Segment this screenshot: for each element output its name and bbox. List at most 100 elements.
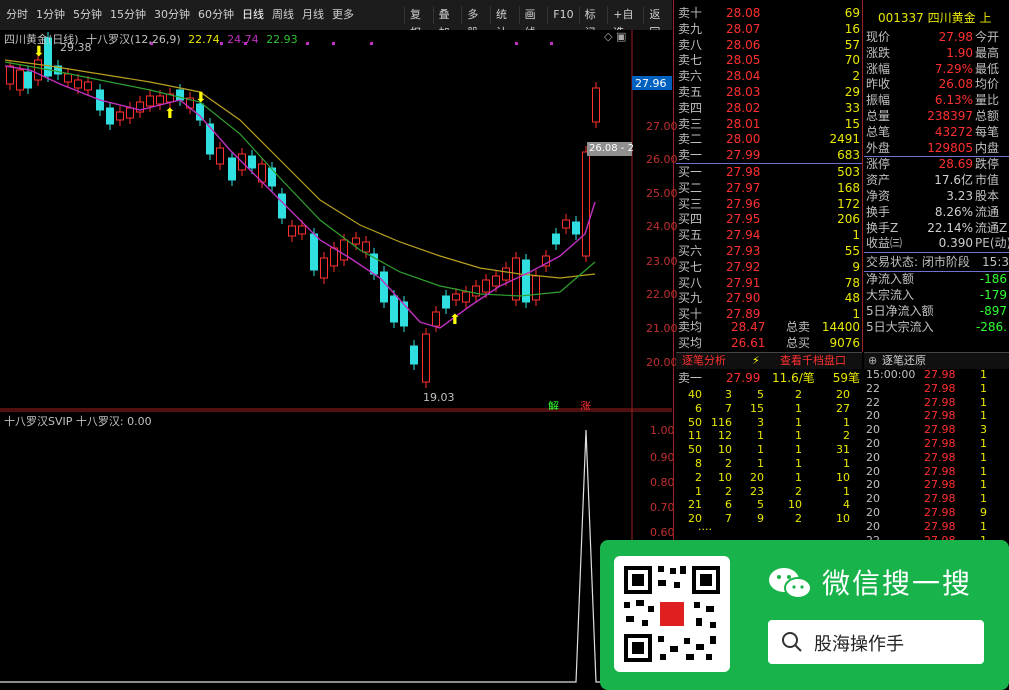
period-tab[interactable]: 1分钟 <box>32 6 69 24</box>
stock-name: 四川黄金 <box>927 11 976 25</box>
deal-grid-cell: 1 <box>843 484 850 498</box>
order-book-row[interactable]: 买四 27.95 206 <box>676 212 862 228</box>
order-level-label: 买二 <box>678 180 703 195</box>
period-tab[interactable]: 分时 <box>2 6 32 24</box>
order-book-row[interactable]: 卖十 28.08 69 <box>676 6 862 22</box>
tool-button[interactable]: 画线 <box>518 6 548 39</box>
quote-row: 总量 238397 总额 <box>864 109 1009 125</box>
order-book-row[interactable]: 卖二 28.00 2491 <box>676 132 862 148</box>
tick-time: 20 <box>866 492 880 506</box>
tick-time: 20 <box>866 478 880 492</box>
order-book-row[interactable]: 买六 27.93 55 <box>676 244 862 260</box>
candle-body <box>582 151 590 257</box>
quote-value: 3.23 <box>946 188 973 203</box>
wechat-search-box[interactable]: 股海操作手 <box>768 620 984 664</box>
quote-label: 股本 <box>975 188 1000 203</box>
order-book-row[interactable]: 买一 27.98 503 <box>676 165 862 181</box>
candle-body <box>462 291 470 303</box>
order-book-row[interactable]: 买三 27.96 172 <box>676 197 862 213</box>
deal-grid-cell: 5 <box>757 498 764 512</box>
candle-body <box>74 79 82 89</box>
tick-price: 27.98 <box>924 519 956 533</box>
period-tab[interactable]: 周线 <box>268 6 298 24</box>
period-tab-active[interactable]: 日线 <box>238 6 268 24</box>
tick-volume: 1 <box>980 436 987 450</box>
tool-button[interactable]: 标记 <box>578 6 608 39</box>
period-more[interactable]: 更多 <box>328 6 358 24</box>
order-book-row[interactable]: 卖一 27.99 683 <box>676 148 862 164</box>
tick-analysis-header: 逐笔分析 ⚡ 查看千档盘口 <box>676 352 862 369</box>
deal-grid-cell: 1 <box>757 429 764 443</box>
deal-grid-cell: 1 <box>795 429 802 443</box>
tick-volume: 1 <box>980 381 987 395</box>
period-tab[interactable]: 月线 <box>298 6 328 24</box>
order-price: 28.00 <box>726 132 761 147</box>
candle-body <box>330 247 338 267</box>
order-book-row[interactable]: 卖六 28.04 2 <box>676 69 862 85</box>
tool-buttons: 复权 叠加 多股 统计 画线 F10 标记 +自选 返回 <box>404 6 672 39</box>
tick-row: 20 27.98 1 <box>864 409 1009 423</box>
tick-volume: 1 <box>980 409 987 423</box>
stock-exchange-badge: 上 <box>979 11 992 25</box>
order-volume: 9 <box>852 259 860 274</box>
period-tab[interactable]: 60分钟 <box>194 6 238 24</box>
deal-grid-cell: 3 <box>725 388 732 401</box>
tick-price: 27.98 <box>924 436 956 450</box>
indicator-subchart[interactable] <box>0 410 672 690</box>
tool-button[interactable]: 返回 <box>643 6 672 39</box>
deal-grid-cell: 6 <box>725 498 732 512</box>
order-book-row[interactable]: 买五 27.94 1 <box>676 228 862 244</box>
flow-value: -897 <box>979 303 1007 318</box>
period-tab[interactable]: 5分钟 <box>69 6 106 24</box>
tab-tick-detail[interactable]: 逐笔还原 <box>882 353 926 369</box>
candle-body <box>472 285 480 297</box>
flow-value: -179 <box>979 287 1007 302</box>
candle-body <box>352 237 360 245</box>
deal-grid-cell: 20 <box>836 388 850 401</box>
tick-row: 22 27.98 1 <box>864 382 1009 396</box>
deal-count: 59笔 <box>832 371 860 385</box>
sub-axis-label: 0.90 <box>650 451 675 464</box>
deal-grid-cell: 1 <box>695 484 702 498</box>
deal-grid-cell: 1 <box>843 456 850 470</box>
tick-price: 27.98 <box>924 423 956 437</box>
tool-button[interactable]: 多股 <box>461 6 490 39</box>
sub-axis-label: 0.70 <box>650 501 675 514</box>
tool-button[interactable]: 复权 <box>404 6 433 39</box>
tool-button[interactable]: 统计 <box>489 6 519 39</box>
candlestick-chart[interactable]: ⬇ ⬇ ⬆ ⬆ <box>0 30 672 410</box>
period-tab[interactable]: 30分钟 <box>150 6 194 24</box>
tool-button[interactable]: F10 <box>547 6 578 24</box>
period-tab[interactable]: 15分钟 <box>106 6 150 24</box>
order-book-row[interactable]: 买八 27.91 78 <box>676 276 862 292</box>
quote-label: 总量 <box>866 108 891 123</box>
chart-settings-icons[interactable]: ◇ ▣ <box>604 30 626 43</box>
sub-axis-label: 0.60 <box>650 526 675 539</box>
order-book-row[interactable]: 卖五 28.03 29 <box>676 85 862 101</box>
order-book-row[interactable]: 卖四 28.02 33 <box>676 101 862 117</box>
order-book-row[interactable]: 卖七 28.05 70 <box>676 53 862 69</box>
quote-label: PE(动) <box>975 236 1009 251</box>
stock-code: 001337 <box>878 11 924 25</box>
quote-row: 净资 3.23 股本 <box>864 189 1009 205</box>
ma3-value: 22.93 <box>266 33 298 46</box>
deal-grid-cell: 2 <box>725 484 732 498</box>
tool-button[interactable]: 叠加 <box>432 6 462 39</box>
order-book-row[interactable]: 卖八 28.06 57 <box>676 38 862 54</box>
candle-body <box>64 73 72 83</box>
order-book-row[interactable]: 卖九 28.07 16 <box>676 22 862 38</box>
order-price: 28.06 <box>726 37 761 52</box>
tab-view-depth[interactable]: 查看千档盘口 <box>780 353 846 369</box>
tool-button[interactable]: +自选 <box>607 6 643 39</box>
tick-volume: 1 <box>980 492 987 506</box>
order-book-row[interactable]: 买七 27.92 9 <box>676 260 862 276</box>
candle-body <box>400 301 408 327</box>
menu-icon[interactable]: ⊕ <box>868 353 877 369</box>
tab-tick-analysis[interactable]: 逐笔分析 <box>682 353 726 369</box>
order-book-row[interactable]: 买二 27.97 168 <box>676 181 862 197</box>
deal-grid-cell: 2 <box>795 512 802 526</box>
deal-grid-cell: 1 <box>795 456 802 470</box>
order-level-label: 卖三 <box>678 116 703 131</box>
order-book-row[interactable]: 买九 27.90 48 <box>676 291 862 307</box>
order-book-row[interactable]: 卖三 28.01 15 <box>676 117 862 133</box>
